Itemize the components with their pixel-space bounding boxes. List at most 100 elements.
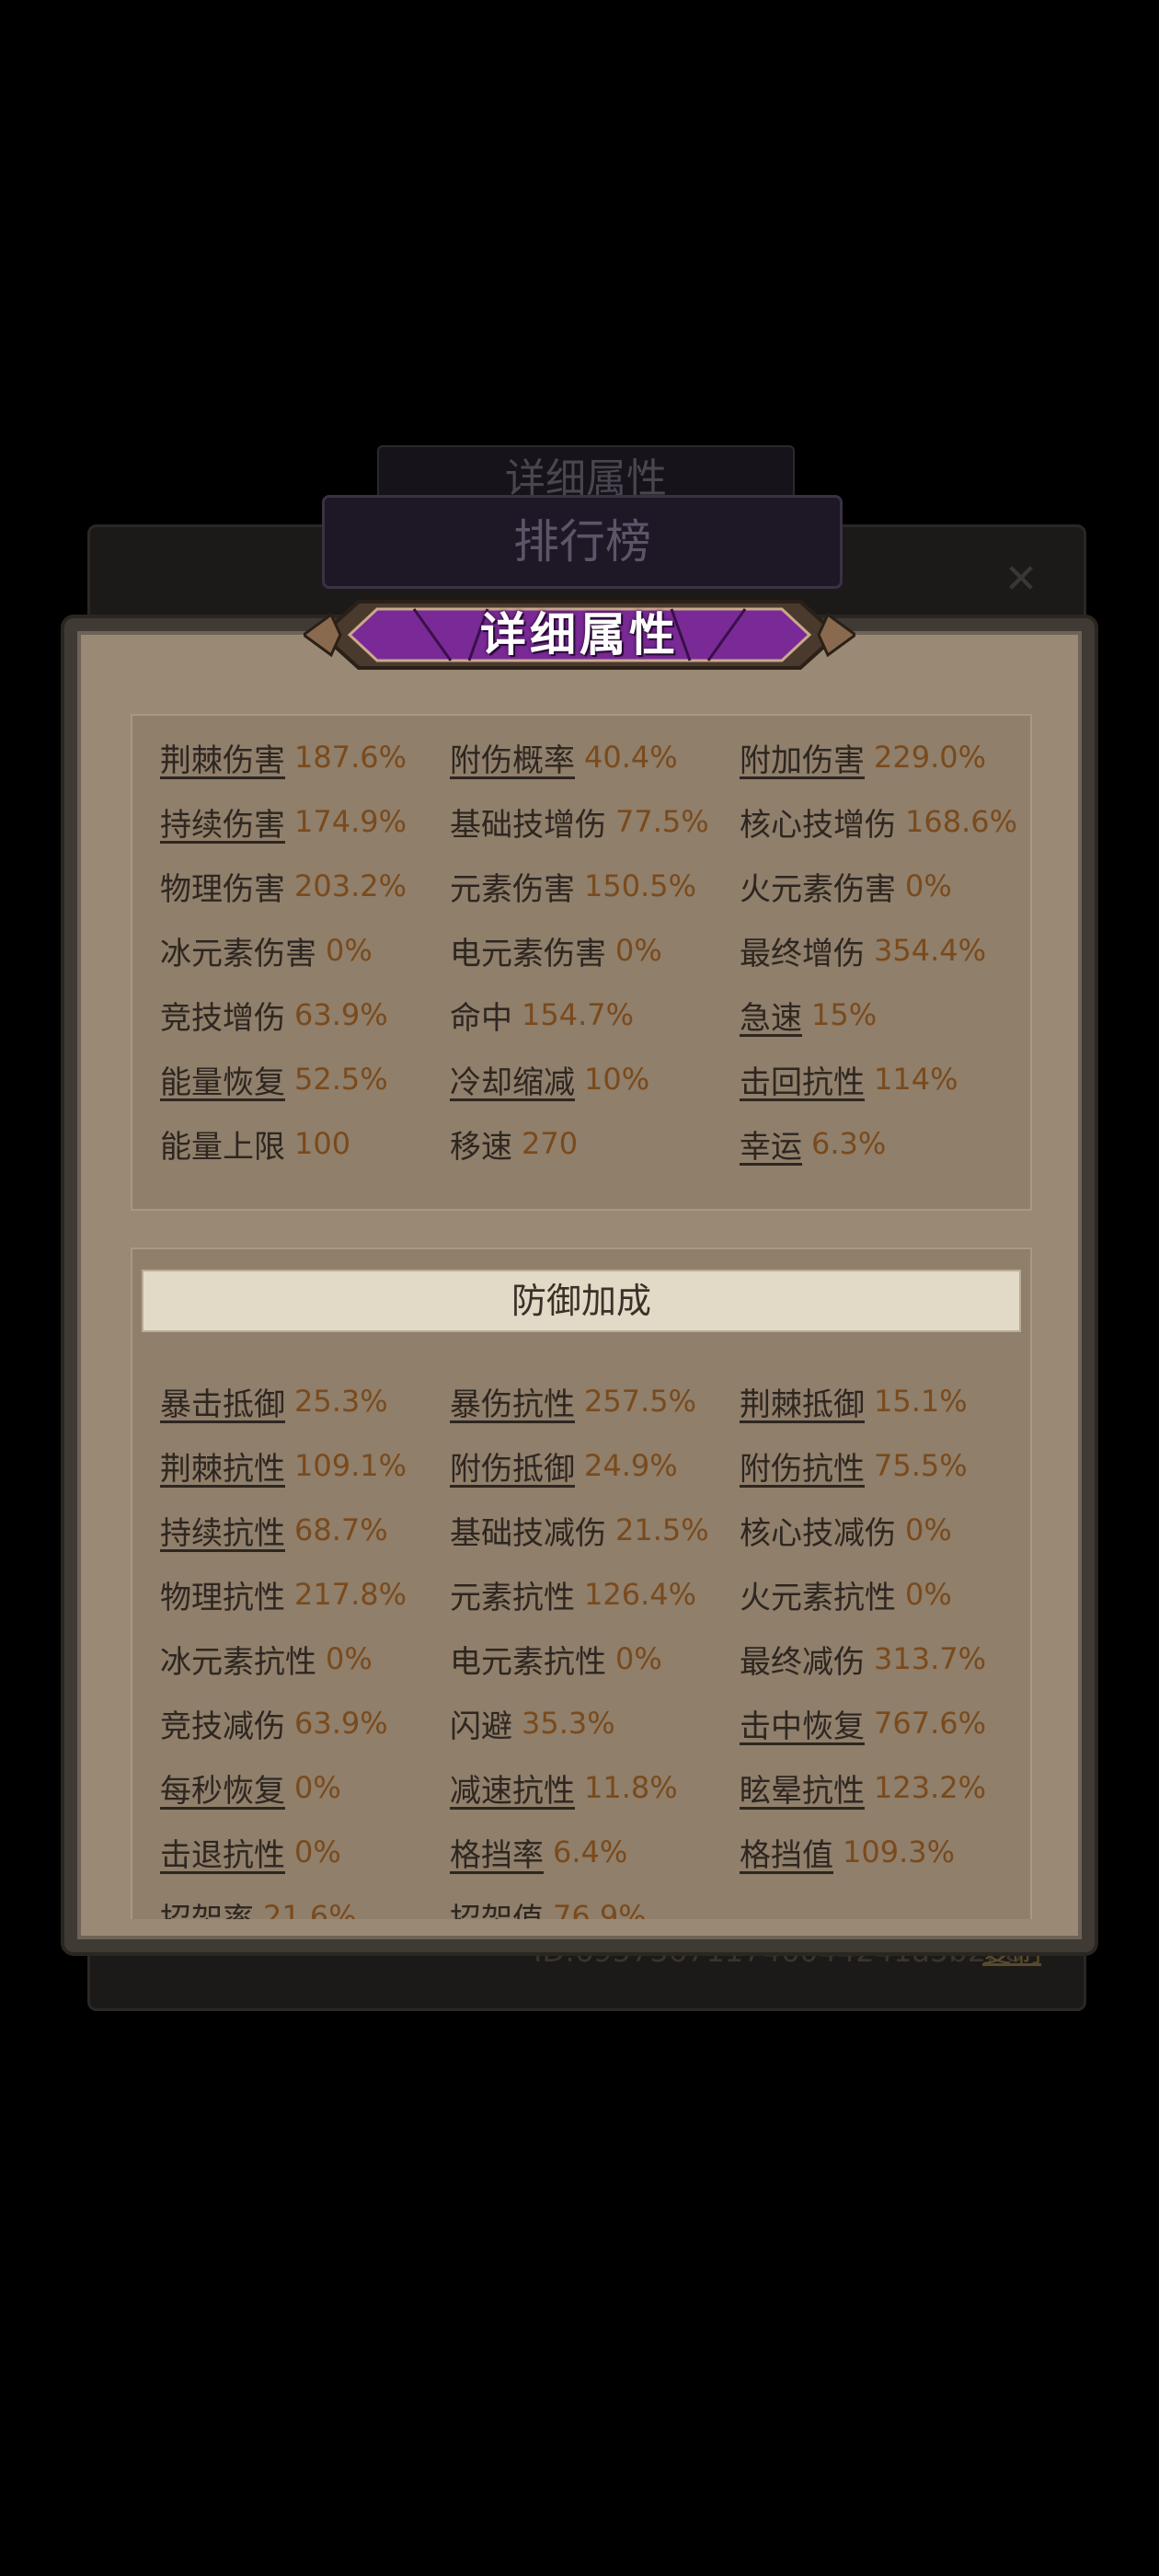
stat-label[interactable]: 冷却缩减 <box>450 1057 575 1102</box>
stat-value: 21.6% <box>263 1899 357 1919</box>
stat-item[interactable]: 格挡率 6.4% <box>450 1820 740 1884</box>
stat-label[interactable]: 暴击抵御 <box>160 1379 285 1424</box>
stat-value: 52.5% <box>294 1062 388 1097</box>
stat-label: 竞技减伤 <box>160 1708 285 1745</box>
stat-label[interactable]: 眩晕抗性 <box>740 1765 865 1811</box>
stat-label[interactable]: 减速抗性 <box>450 1765 575 1811</box>
stat-value: 25.3% <box>294 1384 388 1419</box>
stat-label: 电元素伤害 <box>450 935 606 972</box>
stat-label[interactable]: 幸运 <box>740 1121 802 1167</box>
stat-item[interactable]: 附伤抵御 24.9% <box>450 1433 740 1498</box>
stat-item[interactable]: 冷却缩减 10% <box>450 1047 740 1111</box>
stat-value: 0% <box>905 1512 952 1547</box>
stat-item: 招架率 21.6% <box>160 1884 450 1919</box>
stat-value: 123.2% <box>874 1770 987 1805</box>
stat-item[interactable]: 持续抗性 68.7% <box>160 1498 450 1562</box>
stat-item[interactable]: 击退抗性 0% <box>160 1820 450 1884</box>
stat-value: 63.9% <box>294 997 388 1032</box>
attributes-scroll-area[interactable]: 荆棘伤害 187.6% 附伤概率 40.4% 附加伤害 229.0% 持续伤害 174.9% 基… <box>131 714 1032 1919</box>
stat-value: 354.4% <box>874 933 987 968</box>
stat-item[interactable]: 荆棘抗性 109.1% <box>160 1433 450 1498</box>
stat-label: 最终减伤 <box>740 1643 865 1681</box>
stat-item: 最终增伤 354.4% <box>740 918 1025 983</box>
stat-label[interactable]: 能量恢复 <box>160 1057 285 1102</box>
stat-label[interactable]: 急速 <box>740 993 802 1038</box>
stat-item[interactable]: 附伤概率 40.4% <box>450 725 740 789</box>
background-tab-rank: 排行榜 <box>322 495 843 589</box>
stat-value: 0% <box>905 1577 952 1612</box>
stat-item: 基础技增伤 77.5% <box>450 789 740 854</box>
stat-item: 电元素伤害 0% <box>450 918 740 983</box>
stat-label[interactable]: 荆棘抵御 <box>740 1379 865 1424</box>
stat-item: 最终减伤 313.7% <box>740 1627 1025 1691</box>
stat-label[interactable]: 荆棘伤害 <box>160 735 285 780</box>
stat-label[interactable]: 格挡率 <box>450 1830 544 1875</box>
stat-label[interactable]: 持续伤害 <box>160 799 285 845</box>
defense-section: 防御加成 暴击抵御 25.3% 暴伤抗性 257.5% 荆棘抵御 15.1% 荆棘抗性 109… <box>131 1248 1032 1919</box>
stat-value: 76.9% <box>553 1899 647 1919</box>
stat-label: 招架率 <box>160 1894 254 1920</box>
stat-value: 217.8% <box>294 1577 407 1612</box>
stat-item[interactable]: 附伤抗性 75.5% <box>740 1433 1025 1498</box>
stat-label: 最终增伤 <box>740 935 865 972</box>
stat-label[interactable]: 附伤概率 <box>450 735 575 780</box>
stat-item[interactable]: 击中恢复 767.6% <box>740 1691 1025 1755</box>
stat-item[interactable]: 持续伤害 174.9% <box>160 789 450 854</box>
stat-label: 元素伤害 <box>450 870 575 908</box>
stat-value: 0% <box>615 1641 662 1676</box>
stat-item: 闪避 35.3% <box>450 1691 740 1755</box>
stat-label[interactable]: 击退抗性 <box>160 1830 285 1875</box>
stat-label[interactable]: 击中恢复 <box>740 1701 865 1746</box>
stat-item[interactable]: 急速 15% <box>740 983 1025 1047</box>
stat-item: 招架值 76.9% <box>450 1884 740 1919</box>
stat-label[interactable]: 格挡值 <box>740 1830 833 1875</box>
stat-item[interactable]: 格挡值 109.3% <box>740 1820 1025 1884</box>
stat-value: 75.5% <box>874 1448 968 1483</box>
stat-label[interactable]: 击回抗性 <box>740 1057 865 1102</box>
stat-value: 40.4% <box>584 740 678 775</box>
stat-label: 物理抗性 <box>160 1579 285 1616</box>
stat-item[interactable]: 每秒恢复 0% <box>160 1755 450 1820</box>
stat-item: 移速 270 <box>450 1111 740 1176</box>
stat-item[interactable]: 暴伤抗性 257.5% <box>450 1369 740 1433</box>
defense-stats-grid: 暴击抵御 25.3% 暴伤抗性 257.5% 荆棘抵御 15.1% 荆棘抗性 109.1% 附伤… <box>160 1369 1025 1919</box>
stat-value: 24.9% <box>584 1448 678 1483</box>
stat-item: 元素伤害 150.5% <box>450 854 740 918</box>
stat-item: 核心技减伤 0% <box>740 1498 1025 1562</box>
detail-attributes-panel: 荆棘伤害 187.6% 附伤概率 40.4% 附加伤害 229.0% 持续伤害 174.9% 基… <box>64 618 1095 1952</box>
stat-item: 元素抗性 126.4% <box>450 1562 740 1627</box>
stat-label[interactable]: 附伤抗性 <box>740 1443 865 1489</box>
stat-item[interactable]: 荆棘抵御 15.1% <box>740 1369 1025 1433</box>
stat-value: 767.6% <box>874 1706 987 1741</box>
stat-item[interactable]: 能量恢复 52.5% <box>160 1047 450 1111</box>
stat-item[interactable]: 暴击抵御 25.3% <box>160 1369 450 1433</box>
stat-item[interactable]: 击回抗性 114% <box>740 1047 1025 1111</box>
stat-item[interactable]: 附加伤害 229.0% <box>740 725 1025 789</box>
stat-label[interactable]: 附伤抵御 <box>450 1443 575 1489</box>
stat-value: 150.5% <box>584 868 697 903</box>
attack-stats-grid: 荆棘伤害 187.6% 附伤概率 40.4% 附加伤害 229.0% 持续伤害 174.9% 基… <box>160 725 1025 1176</box>
stat-value: 174.9% <box>294 804 407 839</box>
stat-label: 闪避 <box>450 1708 512 1745</box>
stat-label[interactable]: 暴伤抗性 <box>450 1379 575 1424</box>
stat-item: 电元素抗性 0% <box>450 1627 740 1691</box>
stat-label: 火元素伤害 <box>740 870 896 908</box>
stat-label: 电元素抗性 <box>450 1643 606 1681</box>
stat-label[interactable]: 持续抗性 <box>160 1508 285 1553</box>
stat-item[interactable]: 眩晕抗性 123.2% <box>740 1755 1025 1820</box>
stat-label[interactable]: 每秒恢复 <box>160 1765 285 1811</box>
stat-value: 100 <box>294 1126 351 1161</box>
stat-label[interactable]: 附加伤害 <box>740 735 865 780</box>
stat-item: 火元素伤害 0% <box>740 854 1025 918</box>
stat-value: 21.5% <box>615 1512 709 1547</box>
stat-item[interactable]: 减速抗性 11.8% <box>450 1755 740 1820</box>
stat-item[interactable]: 幸运 6.3% <box>740 1111 1025 1176</box>
stat-value: 0% <box>326 933 373 968</box>
close-icon[interactable]: ✕ <box>1003 559 1039 600</box>
defense-section-header: 防御加成 <box>142 1270 1021 1332</box>
stat-item[interactable]: 荆棘伤害 187.6% <box>160 725 450 789</box>
stat-value: 0% <box>294 1834 341 1869</box>
stat-label[interactable]: 荆棘抗性 <box>160 1443 285 1489</box>
stat-item: 竞技减伤 63.9% <box>160 1691 450 1755</box>
stat-label: 火元素抗性 <box>740 1579 896 1616</box>
